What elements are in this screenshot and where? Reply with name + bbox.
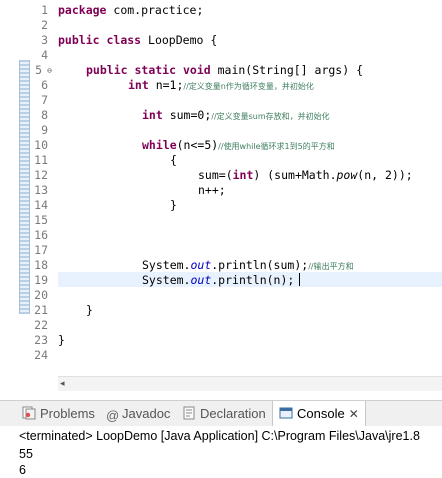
console-icon (279, 403, 293, 419)
code-comment: //输出平方和 (308, 262, 354, 271)
line-number: 10 (34, 138, 48, 152)
line-number: 18 (34, 258, 48, 272)
code-line-5: public static void main(String[] args) { (86, 63, 363, 77)
console-view[interactable]: <terminated> LoopDemo [Java Application]… (0, 426, 442, 478)
problems-icon (22, 403, 36, 420)
code-line-1: package com.practice; (58, 3, 204, 17)
console-output-line: 6 (19, 463, 26, 477)
tab-declaration[interactable]: Declaration (182, 401, 266, 426)
fold-collapse-icon[interactable]: ⊖ (45, 66, 54, 75)
code-line-21: } (86, 303, 93, 317)
code-line-14: } (170, 198, 177, 212)
bottom-view-tabs: Problems @ Javadoc Declaration Console ✕ (0, 400, 442, 427)
code-comment: //定义变量n作为循环变量，并初始化 (183, 82, 314, 91)
line-number: 24 (34, 348, 48, 362)
code-line-19: System.out.println(n); (142, 273, 295, 287)
line-number: 14 (34, 198, 48, 212)
line-number: 2 (41, 18, 48, 32)
tab-problems[interactable]: Problems (22, 401, 95, 426)
code-line-18: System.out.println(sum);//输出平方和 (142, 258, 354, 272)
console-output-line: 55 (19, 447, 33, 461)
line-number: 23 (34, 333, 48, 347)
line-number: 9 (41, 123, 48, 137)
code-line-8: int sum=0;//定义变量sum存放和，并初始化 (142, 108, 330, 122)
console-terminated-label: <terminated> LoopDemo [Java Application]… (19, 429, 420, 443)
tab-javadoc[interactable]: @ Javadoc (106, 401, 170, 426)
line-number: 17 (34, 243, 48, 257)
close-icon[interactable]: ✕ (349, 407, 359, 421)
code-comment: //使用while循环求1到5的平方和 (218, 142, 335, 151)
line-number: 8 (41, 108, 48, 122)
change-bar (19, 60, 30, 314)
tab-console[interactable]: Console ✕ (272, 401, 366, 426)
code-line-10: while(n<=5)//使用while循环求1到5的平方和 (142, 138, 335, 152)
line-number: 13 (34, 183, 48, 197)
line-number: 19 (34, 273, 48, 287)
line-number: 4 (41, 48, 48, 62)
code-comment: //定义变量sum存放和，并初始化 (211, 112, 330, 121)
line-number: 22 (34, 318, 48, 332)
line-number: 16 (34, 228, 48, 242)
declaration-icon (182, 403, 196, 420)
code-line-12: sum=(int) (sum+Math.pow(n, 2)); (198, 168, 413, 182)
javadoc-icon: @ (106, 408, 120, 423)
line-number: 1 (41, 3, 48, 17)
code-line-13: n++; (198, 183, 226, 197)
code-line-3: public class LoopDemo { (58, 33, 218, 47)
code-editor[interactable]: 1 2 3 4 5 6 7 8 9 10 11 12 13 14 15 16 1… (0, 0, 442, 372)
overview-ruler (0, 0, 17, 372)
scroll-left-arrow-icon[interactable]: ◂ (60, 377, 65, 391)
text-cursor (299, 273, 300, 286)
line-number: 6 (41, 78, 48, 92)
line-number: 11 (34, 153, 48, 167)
line-number: 21 (34, 303, 48, 317)
line-number: 15 (34, 213, 48, 227)
line-number: 20 (34, 288, 48, 302)
line-number: 5 (35, 63, 42, 77)
code-line-6: int n=1;//定义变量n作为循环变量，并初始化 (128, 78, 314, 92)
horizontal-scrollbar[interactable]: ◂ (58, 376, 442, 391)
line-number: 3 (41, 33, 48, 47)
code-line-23: } (58, 333, 65, 347)
line-number: 7 (41, 93, 48, 107)
code-line-11: { (170, 153, 177, 167)
line-number: 12 (34, 168, 48, 182)
